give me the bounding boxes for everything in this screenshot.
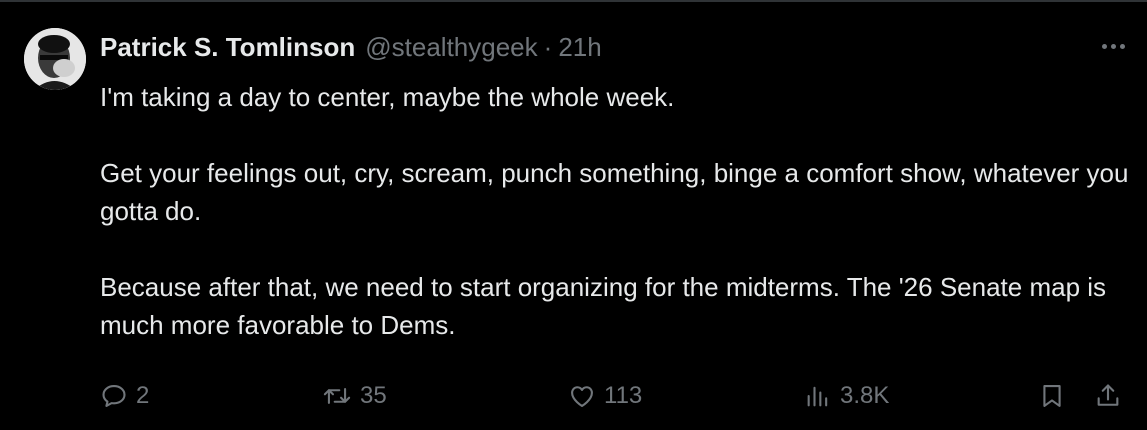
- more-icon[interactable]: [1098, 34, 1128, 58]
- share-button[interactable]: [1094, 376, 1122, 416]
- author-handle[interactable]: @stealthygeek: [365, 30, 537, 64]
- views-count: 3.8K: [840, 382, 890, 409]
- repost-button[interactable]: 35: [322, 376, 387, 416]
- repost-icon: [323, 388, 351, 404]
- bookmark-icon: [1043, 385, 1061, 407]
- tweet-header: Patrick S. Tomlinson @stealthygeek · 21h: [100, 30, 602, 64]
- views-icon: [807, 386, 828, 407]
- tweet-paragraph: Get your feelings out, cry, scream, punc…: [100, 158, 1129, 226]
- author-name[interactable]: Patrick S. Tomlinson: [100, 30, 355, 64]
- repost-count: 35: [360, 382, 387, 409]
- tweet-paragraph: I'm taking a day to center, maybe the wh…: [100, 82, 675, 112]
- divider: [0, 0, 1147, 2]
- timestamp[interactable]: 21h: [558, 30, 601, 64]
- avatar[interactable]: [24, 28, 86, 90]
- like-button[interactable]: 113: [568, 376, 642, 416]
- views-button[interactable]: 3.8K: [804, 376, 889, 416]
- action-bar: 2 35 113 3.8K: [100, 376, 1140, 416]
- tweet-text: I'm taking a day to center, maybe the wh…: [100, 78, 1140, 344]
- share-icon: [1097, 384, 1119, 406]
- like-count: 113: [604, 382, 643, 409]
- reply-count: 2: [136, 382, 150, 409]
- bookmark-button[interactable]: [1038, 376, 1066, 416]
- reply-button[interactable]: 2: [100, 376, 149, 416]
- separator: ·: [543, 32, 553, 62]
- tweet-paragraph: Because after that, we need to start org…: [100, 272, 1107, 340]
- reply-icon: [102, 385, 126, 407]
- heart-icon: [571, 386, 593, 407]
